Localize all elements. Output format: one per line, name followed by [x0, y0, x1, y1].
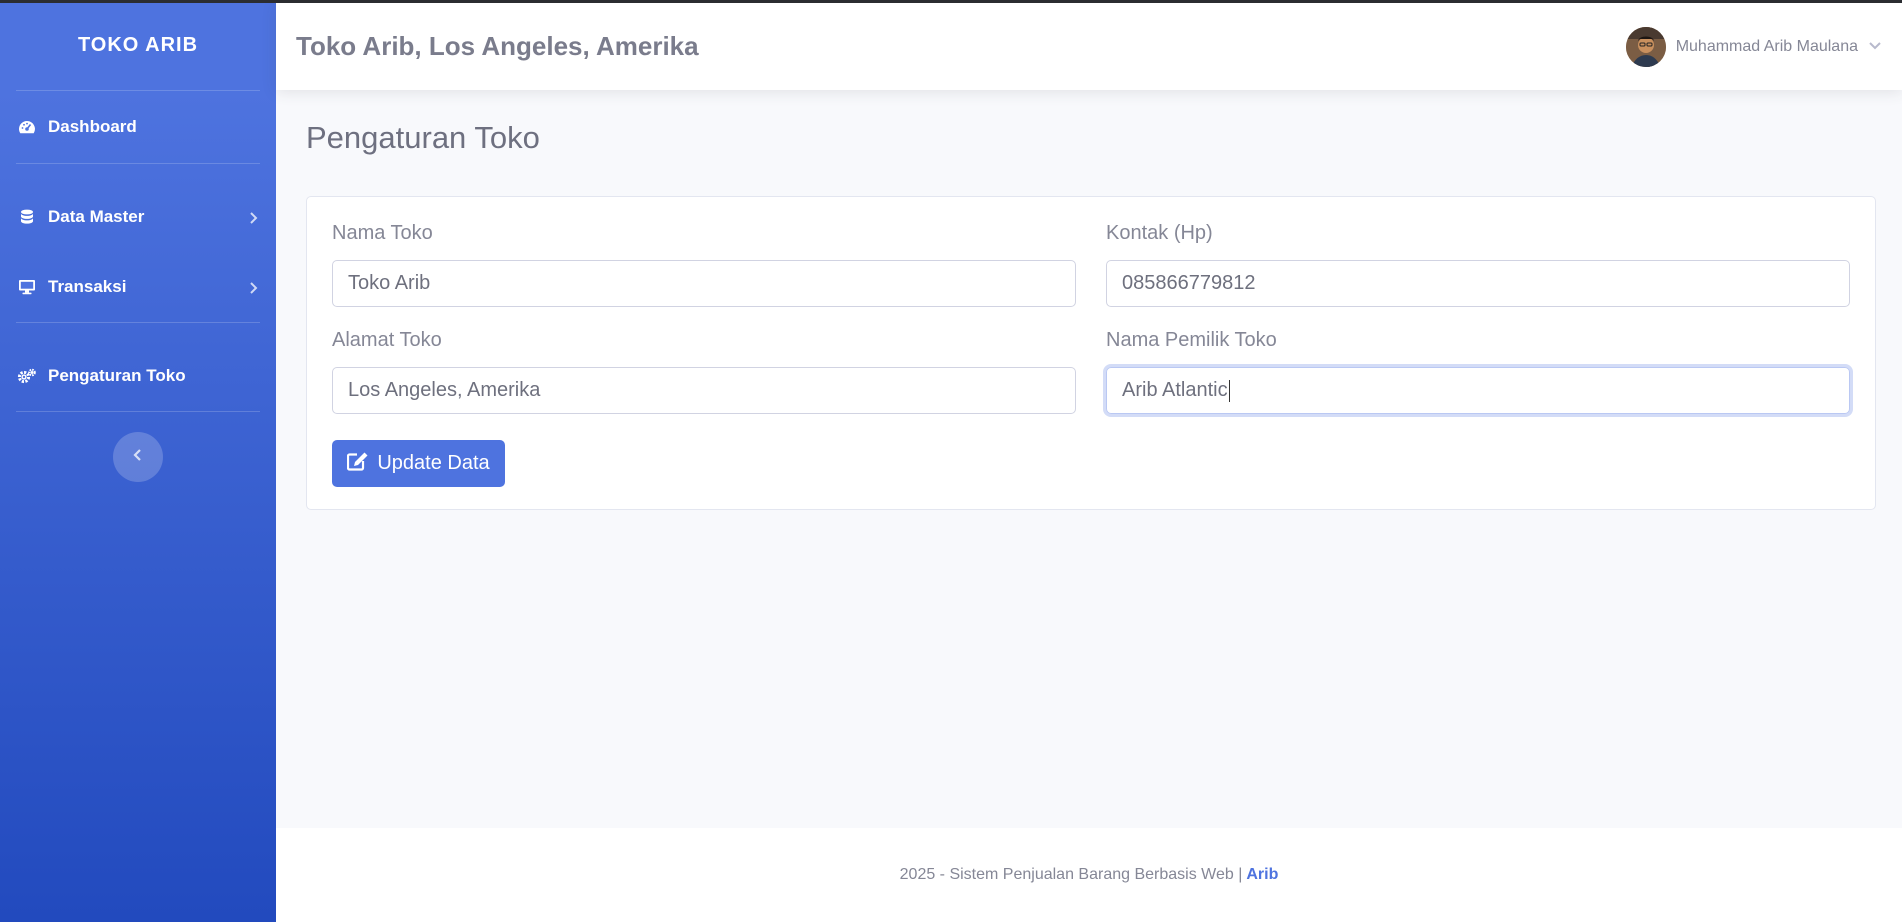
- user-menu[interactable]: Muhammad Arib Maulana: [1625, 26, 1882, 67]
- field-kontak: Kontak (Hp) 085866779812: [1106, 222, 1850, 307]
- topbar-title: Toko Arib, Los Angeles, Amerika: [296, 31, 699, 61]
- chevron-left-icon: [132, 448, 144, 467]
- field-label: Nama Pemilik Toko: [1106, 329, 1277, 351]
- sidebar-item-dashboard[interactable]: Dashboard: [0, 91, 276, 163]
- kontak-input[interactable]: 085866779812: [1106, 260, 1850, 307]
- nama-toko-input[interactable]: Toko Arib: [332, 260, 1076, 307]
- footer-author-link[interactable]: Arib: [1246, 866, 1278, 884]
- field-alamat: Alamat Toko Los Angeles, Amerika: [332, 329, 1076, 414]
- field-label: Nama Toko: [332, 222, 433, 244]
- sidebar-item-transaksi[interactable]: Transaksi: [0, 252, 276, 322]
- sidebar-item-pengaturan-toko[interactable]: Pengaturan Toko: [0, 341, 276, 411]
- sidebar-item-data-master[interactable]: Data Master: [0, 182, 276, 252]
- footer-text: 2025 - Sistem Penjualan Barang Berbasis …: [899, 866, 1243, 883]
- sidebar-item-label: Dashboard: [48, 117, 137, 136]
- update-data-button[interactable]: Update Data: [332, 440, 505, 487]
- avatar: [1625, 26, 1666, 67]
- sidebar-item-label: Data Master: [48, 207, 145, 226]
- topbar: Toko Arib, Los Angeles, Amerika Muhammad…: [276, 3, 1902, 90]
- pemilik-input[interactable]: Arib Atlantic: [1106, 367, 1850, 414]
- chevron-right-icon: [246, 280, 260, 294]
- field-pemilik: Nama Pemilik Toko Arib Atlantic: [1106, 329, 1850, 414]
- footer: 2025 - Sistem Penjualan Barang Berbasis …: [276, 828, 1902, 922]
- text-caret: [1228, 379, 1230, 402]
- cogs-icon: [16, 367, 38, 385]
- sidebar-item-label: Pengaturan Toko: [48, 366, 186, 385]
- chevron-right-icon: [246, 210, 260, 224]
- desktop-icon: [16, 278, 38, 296]
- user-name: Muhammad Arib Maulana: [1675, 37, 1858, 55]
- input-value: Toko Arib: [348, 272, 431, 294]
- sidebar-item-label: Transaksi: [48, 277, 127, 296]
- page-title: Pengaturan Toko: [306, 120, 540, 155]
- input-value: 085866779812: [1122, 272, 1256, 294]
- button-label: Update Data: [377, 452, 490, 474]
- alamat-input[interactable]: Los Angeles, Amerika: [332, 367, 1076, 414]
- main-content: Pengaturan Toko Nama Toko Toko Arib Kont…: [276, 90, 1902, 828]
- input-value: Arib Atlantic: [1122, 379, 1228, 401]
- window-top-border: [0, 0, 1902, 3]
- edit-icon: [347, 451, 377, 477]
- field-label: Alamat Toko: [332, 329, 442, 351]
- sidebar: TOKO ARIB Dashboard Data Master Transaks…: [0, 0, 276, 922]
- field-nama-toko: Nama Toko Toko Arib: [332, 222, 1076, 307]
- sidebar-brand[interactable]: TOKO ARIB: [0, 0, 276, 90]
- chevron-down-icon: [1868, 38, 1882, 56]
- database-icon: [16, 208, 38, 226]
- store-settings-card: Nama Toko Toko Arib Kontak (Hp) 08586677…: [306, 196, 1876, 510]
- input-value: Los Angeles, Amerika: [348, 379, 541, 401]
- tachometer-icon: [16, 118, 38, 136]
- field-label: Kontak (Hp): [1106, 222, 1213, 244]
- sidebar-toggle-button[interactable]: [113, 432, 163, 482]
